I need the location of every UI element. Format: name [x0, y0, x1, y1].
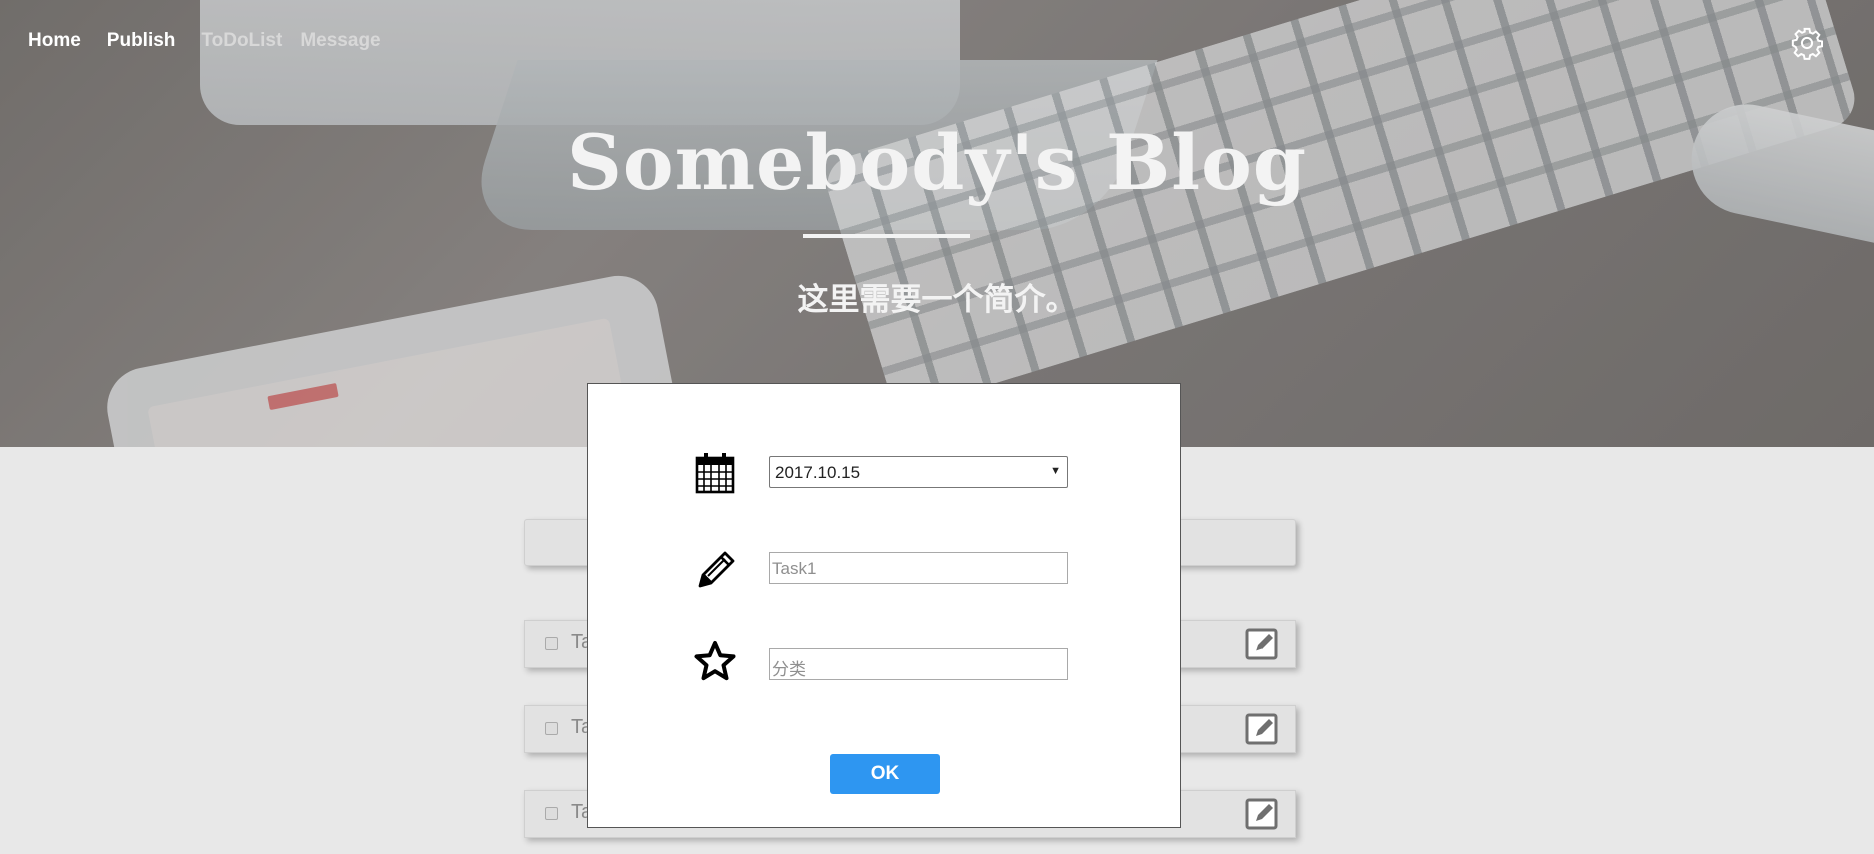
star-icon [694, 641, 736, 681]
edit-icon[interactable] [1245, 627, 1279, 661]
blog-title: Somebody's Blog [567, 118, 1307, 207]
task-name-input[interactable]: Task1 [769, 552, 1068, 584]
task-checkbox[interactable] [545, 807, 558, 820]
nav-todolist[interactable]: ToDoList [201, 30, 282, 52]
hero-banner: Home Publish ToDoList Message Somebody's… [0, 0, 1874, 447]
task-name-placeholder: Task1 [772, 559, 817, 578]
task-checkbox[interactable] [545, 637, 558, 650]
category-input[interactable]: 分类 [769, 648, 1068, 680]
category-placeholder: 分类 [772, 660, 806, 679]
edit-icon[interactable] [1245, 797, 1279, 831]
edit-icon[interactable] [1245, 712, 1279, 746]
top-nav: Home Publish ToDoList Message [28, 30, 399, 52]
nav-message[interactable]: Message [300, 30, 380, 52]
date-select-value: 2017.10.15 [775, 463, 861, 482]
add-task-modal: 2017.10.15 ▼ Task1 分类 OK [587, 383, 1181, 828]
date-select[interactable]: 2017.10.15 ▼ [769, 456, 1068, 488]
blog-subtitle: 这里需要一个简介。 [797, 282, 1077, 317]
task-checkbox[interactable] [545, 722, 558, 735]
calendar-icon [695, 453, 735, 494]
nav-publish[interactable]: Publish [107, 30, 176, 52]
title-divider [803, 234, 970, 238]
ok-button[interactable]: OK [830, 754, 940, 794]
pencil-icon [698, 551, 735, 588]
chevron-down-icon: ▼ [1050, 465, 1061, 477]
nav-home[interactable]: Home [28, 30, 81, 52]
gear-icon[interactable] [1790, 26, 1824, 60]
